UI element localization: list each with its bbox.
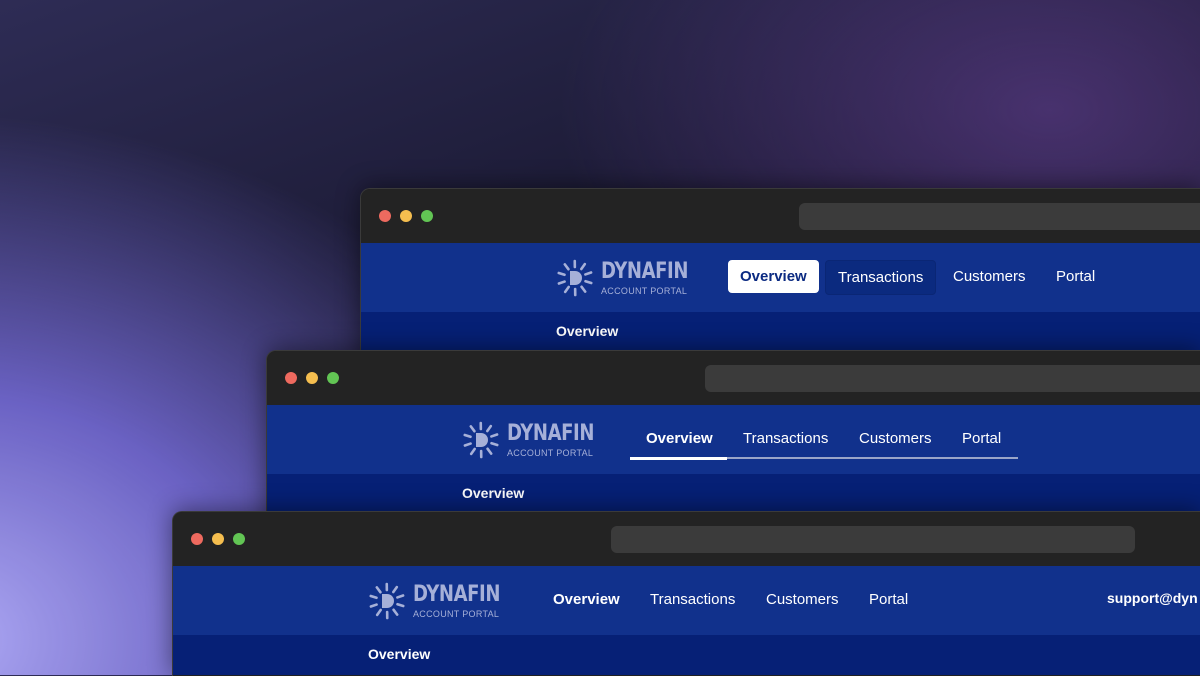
page-header: Overview xyxy=(173,635,1200,675)
logo-ray xyxy=(377,610,380,615)
minimize-window-button[interactable] xyxy=(212,533,224,545)
logo-ray xyxy=(581,264,584,269)
nav-tab-portal[interactable]: Portal xyxy=(962,428,1001,450)
site-header: DYNAFIN ACCOUNT PORTAL Overview Transact… xyxy=(361,243,1200,312)
dynafin-logo[interactable]: DYNAFIN ACCOUNT PORTAL xyxy=(462,421,592,461)
active-tab-indicator xyxy=(630,457,727,460)
nav-tab-portal[interactable]: Portal xyxy=(1044,260,1107,293)
support-email-link[interactable]: support@dyn xyxy=(1107,590,1198,606)
logo-ray xyxy=(488,449,492,454)
logo-ray xyxy=(559,273,565,275)
browser-window-plain-links: DYNAFIN ACCOUNT PORTAL Overview Transact… xyxy=(172,511,1200,676)
nav-link-portal[interactable]: Portal xyxy=(869,589,908,611)
nav-tab-transactions[interactable]: Transactions xyxy=(743,428,828,450)
logo-ray xyxy=(586,281,592,283)
logo-ray xyxy=(565,264,569,269)
nav-tab-customers[interactable]: Customers xyxy=(859,428,932,450)
logo-ray xyxy=(398,604,404,606)
minimize-window-button[interactable] xyxy=(400,210,412,222)
logo-ray xyxy=(471,449,474,454)
logo-ray xyxy=(471,426,475,431)
logo-d-shape xyxy=(570,271,582,285)
page-title: Overview xyxy=(556,323,618,339)
brand-tagline: ACCOUNT PORTAL xyxy=(507,448,593,458)
page-header: Overview xyxy=(267,474,1200,514)
logo-ray xyxy=(465,435,471,437)
brand-tagline: ACCOUNT PORTAL xyxy=(413,609,499,619)
title-bar xyxy=(267,351,1200,405)
sun-d-logo-icon xyxy=(556,259,594,297)
close-window-button[interactable] xyxy=(285,372,297,384)
brand-name: DYNAFIN xyxy=(601,259,688,284)
sun-d-logo-icon xyxy=(368,582,406,620)
browser-window-underline-tabs: DYNAFIN ACCOUNT PORTAL Overview Transact… xyxy=(266,350,1200,531)
nav-link-customers[interactable]: Customers xyxy=(766,589,839,611)
maximize-window-button[interactable] xyxy=(421,210,433,222)
nav-tab-overview[interactable]: Overview xyxy=(728,260,819,293)
address-bar[interactable] xyxy=(705,365,1200,392)
dynafin-logo[interactable]: DYNAFIN ACCOUNT PORTAL xyxy=(556,259,686,299)
logo-ray xyxy=(559,282,565,284)
site-header: DYNAFIN ACCOUNT PORTAL Overview Transact… xyxy=(173,566,1200,635)
maximize-window-button[interactable] xyxy=(233,533,245,545)
nav-tab-transactions[interactable]: Transactions xyxy=(825,260,936,295)
logo-ray xyxy=(585,273,591,275)
close-window-button[interactable] xyxy=(191,533,203,545)
nav-tab-overview[interactable]: Overview xyxy=(646,428,713,450)
title-bar xyxy=(173,512,1200,566)
nav-tab-customers[interactable]: Customers xyxy=(941,260,1038,293)
nav-link-transactions[interactable]: Transactions xyxy=(650,589,735,611)
page-title: Overview xyxy=(462,485,524,501)
close-window-button[interactable] xyxy=(379,210,391,222)
brand-tagline: ACCOUNT PORTAL xyxy=(601,286,687,296)
title-bar xyxy=(361,189,1200,243)
logo-ray xyxy=(371,596,377,598)
logo-ray xyxy=(393,587,396,592)
logo-ray xyxy=(491,435,497,437)
desktop-background: { "colors": { "titlebar": "#232323", "ur… xyxy=(0,0,1200,675)
logo-ray xyxy=(377,587,381,592)
nav-link-overview[interactable]: Overview xyxy=(553,589,620,611)
site-header: DYNAFIN ACCOUNT PORTAL Overview Transact… xyxy=(267,405,1200,474)
logo-ray xyxy=(394,610,398,615)
logo-ray xyxy=(465,444,471,446)
page-header: Overview xyxy=(361,312,1200,352)
brand-name: DYNAFIN xyxy=(413,582,500,607)
logo-ray xyxy=(397,596,403,598)
logo-ray xyxy=(492,443,498,445)
address-bar[interactable] xyxy=(799,203,1200,230)
minimize-window-button[interactable] xyxy=(306,372,318,384)
maximize-window-button[interactable] xyxy=(327,372,339,384)
logo-ray xyxy=(487,426,490,431)
dynafin-logo[interactable]: DYNAFIN ACCOUNT PORTAL xyxy=(368,582,498,622)
logo-d-shape xyxy=(476,433,488,447)
address-bar[interactable] xyxy=(611,526,1135,553)
logo-ray xyxy=(565,287,568,292)
page-title: Overview xyxy=(368,646,430,662)
logo-ray xyxy=(582,287,586,292)
browser-window-pill-tabs: DYNAFIN ACCOUNT PORTAL Overview Transact… xyxy=(360,188,1200,369)
logo-ray xyxy=(371,605,377,607)
logo-d-shape xyxy=(382,594,394,608)
sun-d-logo-icon xyxy=(462,421,500,459)
brand-name: DYNAFIN xyxy=(507,421,594,446)
